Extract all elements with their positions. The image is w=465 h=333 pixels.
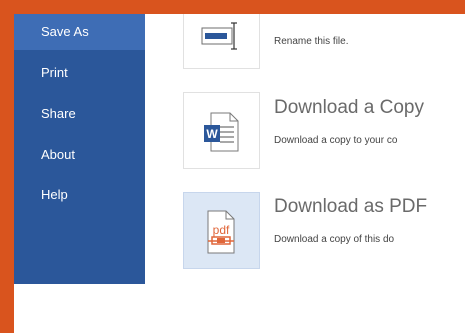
rename-description: Rename this file.: [274, 36, 349, 47]
download-pdf-title[interactable]: Download as PDF: [274, 196, 427, 218]
nav-save-as[interactable]: Save As: [14, 14, 145, 50]
pdf-document-icon: pdf: [207, 210, 235, 254]
rename-icon: [201, 22, 237, 50]
backstage-sidebar: Save As Print Share About Help: [14, 14, 145, 284]
nav-about[interactable]: About: [14, 137, 145, 173]
svg-text:W: W: [206, 127, 218, 141]
nav-print[interactable]: Print: [14, 55, 145, 91]
pdf-icon-label: pdf: [213, 223, 230, 237]
download-copy-title[interactable]: Download a Copy: [274, 97, 424, 119]
nav-share[interactable]: Share: [14, 96, 145, 132]
download-pdf-tile[interactable]: pdf: [183, 192, 260, 269]
backstage-window: Save As Print Share About Help Rename th…: [14, 14, 465, 333]
nav-help[interactable]: Help: [14, 177, 145, 213]
download-copy-tile[interactable]: W: [183, 92, 260, 169]
download-pdf-description: Download a copy of this do: [274, 234, 395, 245]
word-document-icon: W: [204, 112, 239, 152]
download-copy-description: Download a copy to your co: [274, 135, 398, 146]
rename-tile[interactable]: [183, 14, 260, 69]
